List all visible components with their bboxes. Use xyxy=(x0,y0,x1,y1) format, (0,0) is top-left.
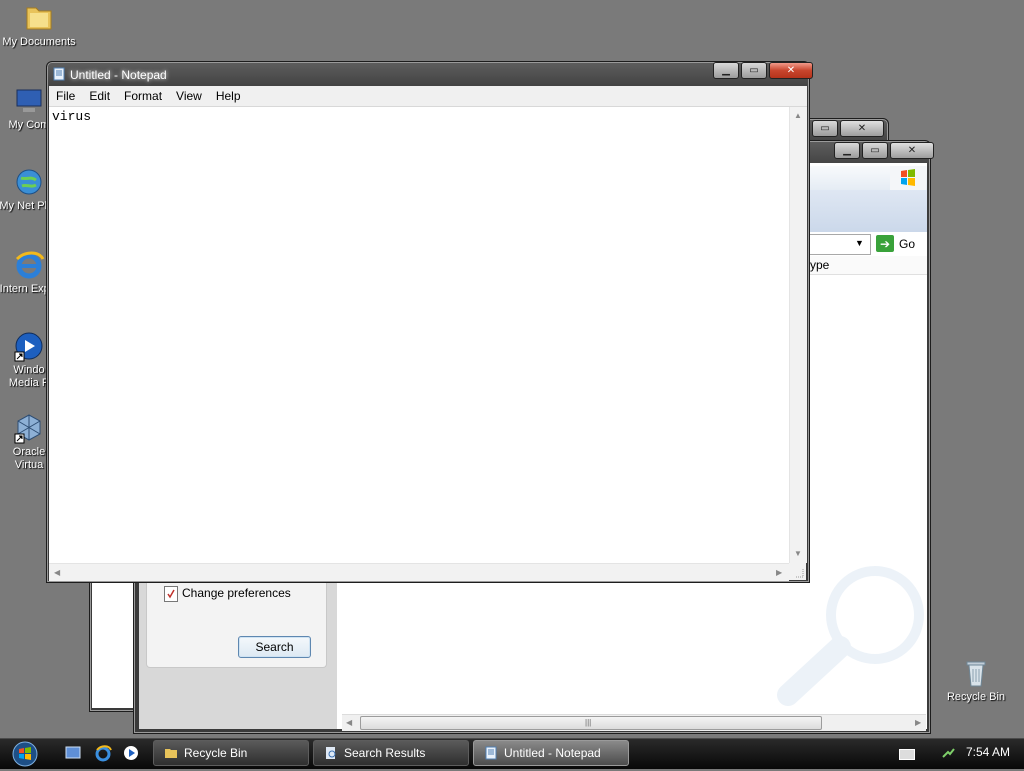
menu-file[interactable]: File xyxy=(49,89,82,103)
network-icon[interactable] xyxy=(940,745,956,761)
menu-help[interactable]: Help xyxy=(209,89,248,103)
minimize-button[interactable]: ▁ xyxy=(713,62,739,79)
resize-grip-icon[interactable] xyxy=(789,563,806,580)
scroll-right-icon[interactable]: ▶ xyxy=(915,718,921,727)
media-player-icon[interactable] xyxy=(122,744,140,762)
task-label: Recycle Bin xyxy=(184,746,248,760)
preferences-icon xyxy=(164,586,178,602)
search-caption-buttons: ▁ ▭ ✕ xyxy=(834,142,934,159)
notepad-icon xyxy=(484,746,498,760)
search-button[interactable]: Search xyxy=(238,636,311,658)
close-button[interactable]: ✕ xyxy=(890,142,934,159)
taskbar-button-recycle-bin[interactable]: Recycle Bin xyxy=(153,740,309,766)
go-button[interactable]: ➔ Go xyxy=(876,235,915,252)
close-button[interactable]: ✕ xyxy=(840,120,884,137)
media-player-icon xyxy=(13,330,45,362)
change-preferences-link[interactable]: Change preferences xyxy=(182,586,291,600)
start-button[interactable] xyxy=(8,740,42,768)
computer-icon xyxy=(13,85,45,117)
taskbar-clock[interactable]: 7:54 AM xyxy=(966,745,1010,759)
menu-view[interactable]: View xyxy=(169,89,209,103)
menu-format[interactable]: Format xyxy=(117,89,169,103)
go-arrow-icon: ➔ xyxy=(876,235,894,252)
scroll-up-icon[interactable]: ▲ xyxy=(794,111,802,120)
desktop-icon-label: My Documents xyxy=(2,36,76,48)
maximize-button[interactable]: ▭ xyxy=(741,62,767,79)
go-label: Go xyxy=(899,236,916,251)
vertical-scrollbar[interactable]: ▲ ▼ xyxy=(789,107,807,563)
scroll-left-icon[interactable]: ◀ xyxy=(346,718,352,727)
notepad-caption-buttons: ▁ ▭ ✕ xyxy=(713,62,813,79)
scroll-down-icon[interactable]: ▼ xyxy=(794,549,802,558)
magnifier-watermark-icon xyxy=(770,565,930,710)
folder-icon xyxy=(23,2,55,34)
globe-icon xyxy=(13,166,45,198)
folder-icon xyxy=(164,746,178,760)
task-label: Search Results xyxy=(344,746,426,760)
dropdown-arrow-icon[interactable]: ▼ xyxy=(855,238,864,248)
maximize-button[interactable]: ▭ xyxy=(862,142,888,159)
scroll-left-icon[interactable]: ◀ xyxy=(54,568,60,577)
taskbar-button-notepad[interactable]: Untitled - Notepad xyxy=(473,740,629,766)
notepad-app-icon xyxy=(52,67,66,81)
virtualbox-icon xyxy=(13,412,45,444)
scroll-right-icon[interactable]: ▶ xyxy=(776,568,782,577)
windows-flag-icon xyxy=(890,166,926,190)
internet-explorer-icon xyxy=(13,249,45,281)
horizontal-scrollbar[interactable]: ◀ ▶ xyxy=(49,563,789,581)
taskbar-button-search-results[interactable]: Search Results xyxy=(313,740,469,766)
keyboard-icon[interactable] xyxy=(899,749,915,760)
scrollbar-thumb[interactable]: ||| xyxy=(360,716,822,730)
desktop-icon-recycle-bin[interactable]: Recycle Bin xyxy=(936,657,1016,704)
search-results-icon xyxy=(324,746,338,760)
notepad-text-area[interactable]: virus xyxy=(49,107,789,563)
notepad-menubar: File Edit Format View Help xyxy=(49,86,807,107)
close-button[interactable]: ✕ xyxy=(769,62,813,79)
desktop-icon-my-documents[interactable]: My Documents xyxy=(0,2,79,49)
notepad-title: Untitled - Notepad xyxy=(70,68,167,82)
maximize-button[interactable]: ▭ xyxy=(812,120,838,137)
internet-explorer-icon[interactable] xyxy=(94,744,112,762)
column-header-type[interactable]: ype xyxy=(810,256,927,275)
recycle-bin-caption-buttons: ▭ ✕ xyxy=(812,120,884,137)
recycle-bin-icon xyxy=(960,657,992,689)
desktop-icon-label: Recycle Bin xyxy=(946,691,1006,703)
show-desktop-icon[interactable] xyxy=(64,744,82,762)
minimize-button[interactable]: ▁ xyxy=(834,142,860,159)
menu-edit[interactable]: Edit xyxy=(82,89,117,103)
task-label: Untitled - Notepad xyxy=(504,746,601,760)
search-header-band xyxy=(810,190,927,232)
